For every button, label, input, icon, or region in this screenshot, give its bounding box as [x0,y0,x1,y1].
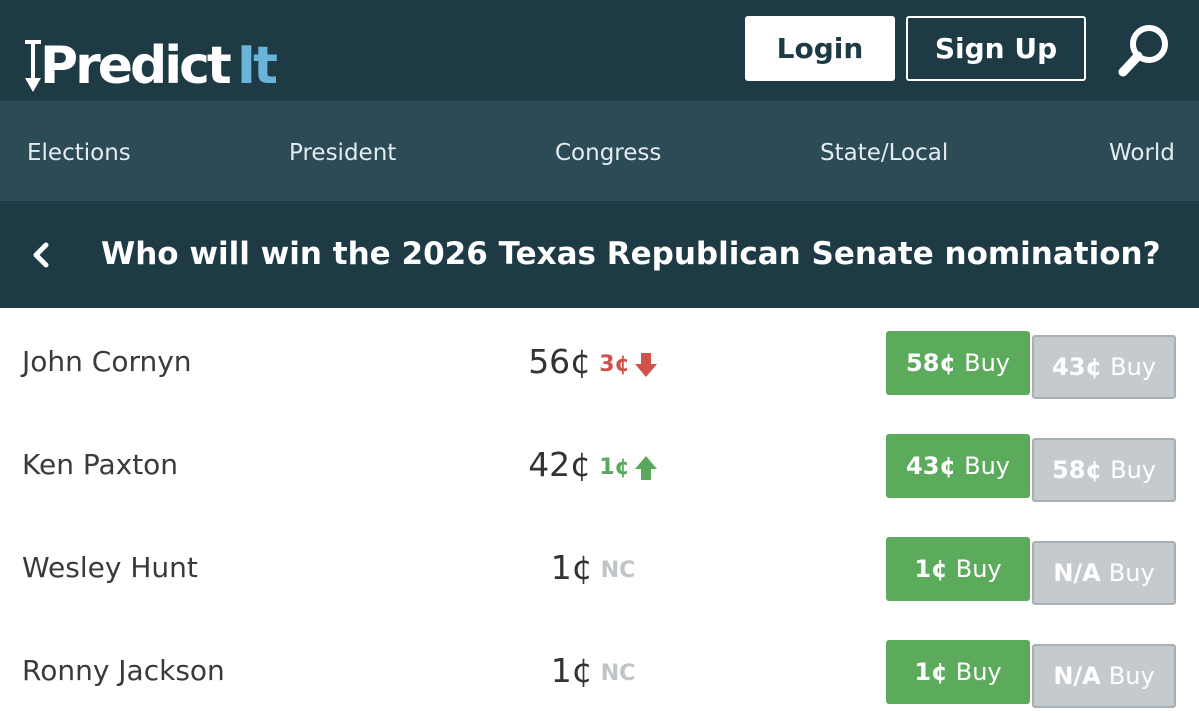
buy-yes-button[interactable]: 43¢ Buy [886,434,1030,498]
chevron-left-icon [33,242,49,268]
top-header: Predict It Login Sign Up [0,0,1199,101]
buy-no-label: Buy [1110,353,1156,381]
nav-item-world[interactable]: World [1109,101,1175,201]
buy-no-price: 43¢ [1052,353,1103,381]
buy-no-label: Buy [1110,456,1156,484]
buy-yes-price: 58¢ [906,349,957,377]
contract-name: Wesley Hunt [22,551,198,584]
signup-button[interactable]: Sign Up [906,16,1086,81]
price-change-value: 3¢ [599,352,630,377]
buy-yes-label: Buy [955,658,1002,686]
nav-item-congress[interactable]: Congress [555,101,661,201]
price-group: 56¢ 3¢ [478,308,708,411]
contract-row[interactable]: Ken Paxton 42¢ 1¢ 43¢ Buy 58¢ Buy [0,411,1199,514]
price-change: 3¢ [599,346,658,378]
buy-no-price: N/A [1053,559,1101,587]
back-button[interactable] [26,237,58,273]
last-price: 1¢ [550,651,593,690]
price-change: NC [601,655,636,686]
price-change-value: 1¢ [599,455,630,480]
predictit-logo[interactable]: Predict It [22,28,278,96]
category-nav: Elections President Congress State/Local… [0,101,1199,201]
search-icon [1118,25,1168,77]
buy-no-button[interactable]: N/A Buy [1032,644,1176,708]
nav-item-state-local[interactable]: State/Local [820,101,948,201]
nav-item-elections[interactable]: Elections [27,101,131,201]
buy-no-button[interactable]: N/A Buy [1032,541,1176,605]
buy-yes-label: Buy [964,452,1010,480]
buy-no-price: 58¢ [1052,456,1103,484]
price-group: 1¢ NC [478,514,708,617]
contract-row[interactable]: Ronny Jackson 1¢ NC 1¢ Buy N/A Buy [0,617,1199,713]
login-button[interactable]: Login [745,16,895,81]
buy-yes-label: Buy [964,349,1010,377]
buy-no-price: N/A [1053,662,1101,690]
buy-yes-button[interactable]: 58¢ Buy [886,331,1030,395]
contract-row[interactable]: Wesley Hunt 1¢ NC 1¢ Buy N/A Buy [0,514,1199,617]
buy-yes-button[interactable]: 1¢ Buy [886,537,1030,601]
contract-row[interactable]: John Cornyn 56¢ 3¢ 58¢ Buy 43¢ Buy [0,308,1199,411]
last-price: 42¢ [528,445,592,484]
last-price: 1¢ [550,548,593,587]
price-group: 42¢ 1¢ [478,411,708,514]
buy-no-label: Buy [1108,559,1155,587]
buy-no-label: Buy [1108,662,1155,690]
search-button[interactable] [1115,22,1171,82]
buy-no-button[interactable]: 43¢ Buy [1032,335,1176,399]
contract-name: John Cornyn [22,345,192,378]
buy-yes-label: Buy [955,555,1002,583]
contracts-list: John Cornyn 56¢ 3¢ 58¢ Buy 43¢ Buy Ken P… [0,308,1199,713]
nav-item-president[interactable]: President [289,101,396,201]
buy-yes-price: 43¢ [906,452,957,480]
buy-yes-price: 1¢ [914,555,948,583]
market-title: Who will win the 2026 Texas Republican S… [101,236,1161,272]
buy-yes-button[interactable]: 1¢ Buy [886,640,1030,704]
last-price: 56¢ [528,342,592,381]
logo-wordmark: Predict It [40,36,278,96]
arrow-down-icon [634,352,657,377]
price-change-value: NC [600,558,636,583]
buy-no-button[interactable]: 58¢ Buy [1032,438,1176,502]
price-group: 1¢ NC [478,617,708,713]
contract-name: Ken Paxton [22,448,179,481]
predictit-app: Predict It Login Sign Up Elections Presid… [0,0,1199,713]
arrow-up-icon [634,455,657,480]
price-change: NC [601,552,636,583]
price-change-value: NC [600,661,636,686]
buy-yes-price: 1¢ [914,658,948,686]
price-change: 1¢ [599,449,658,481]
contract-name: Ronny Jackson [22,654,225,687]
market-title-bar: Who will win the 2026 Texas Republican S… [0,201,1199,308]
